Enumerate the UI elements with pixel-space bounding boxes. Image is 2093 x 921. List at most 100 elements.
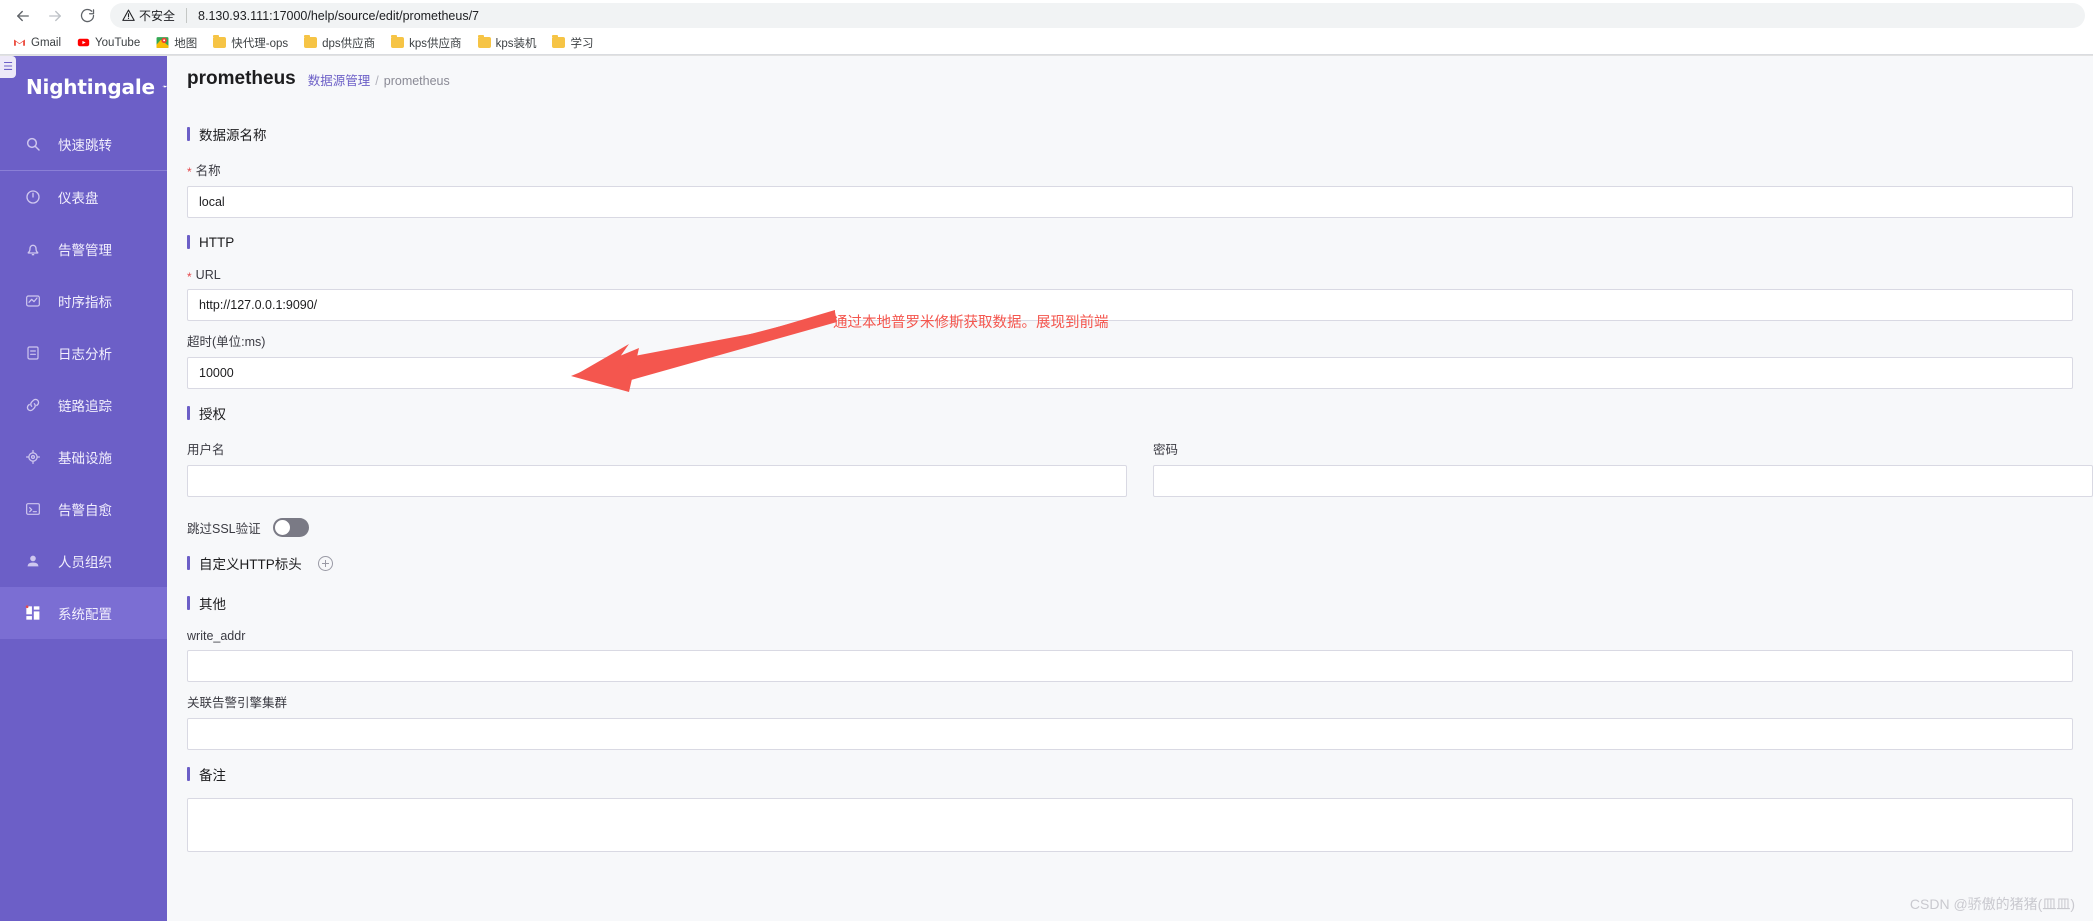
bookmark-youtube[interactable]: YouTube	[70, 33, 147, 53]
forward-arrow-icon[interactable]	[40, 2, 70, 30]
bookmark-folder-kps-supplier[interactable]: kps供应商	[384, 33, 468, 53]
reload-icon[interactable]	[72, 2, 102, 30]
field-name: * 名称 local	[167, 160, 2093, 218]
name-input[interactable]: local	[187, 186, 2073, 218]
field-label: write_addr	[187, 629, 246, 643]
plus-circle-icon[interactable]	[317, 555, 333, 571]
section-http: HTTP	[167, 226, 2093, 258]
field-alert-cluster: 关联告警引擎集群	[167, 692, 2093, 750]
sidebar-item-label: 仪表盘	[58, 191, 99, 206]
sidebar-item-quick-jump[interactable]: 快速跳转	[0, 118, 167, 170]
skip-ssl-toggle[interactable]	[272, 517, 309, 537]
sidebar-item-personnel[interactable]: 人员组织	[0, 535, 167, 587]
section-accent-bar	[187, 767, 190, 781]
write-addr-input[interactable]	[187, 650, 2073, 682]
required-asterisk: *	[187, 164, 192, 179]
username-input[interactable]	[187, 465, 1127, 497]
security-indicator[interactable]: 不安全	[122, 7, 175, 24]
bookmark-maps[interactable]: 地图	[149, 33, 204, 53]
folder-icon	[213, 35, 227, 48]
field-username: 用户名	[187, 439, 1140, 497]
field-label-row: 关联告警引擎集群	[187, 692, 2093, 711]
bookmark-folder-kuaidaili-ops[interactable]: 快代理-ops	[206, 33, 295, 53]
sidebar-item-label: 系统配置	[58, 607, 112, 622]
sidebar-item-infrastructure[interactable]: 基础设施	[0, 431, 167, 483]
browser-chrome: 不安全 8.130.93.111:17000/help/source/edit/…	[0, 0, 2093, 56]
remark-textarea[interactable]	[187, 798, 2073, 852]
toggle-knob	[274, 519, 290, 535]
section-title: 授权	[199, 407, 226, 422]
bookmark-gmail[interactable]: Gmail	[6, 33, 68, 53]
watermark: CSDN @骄傲的猪猪(皿皿)	[1909, 896, 2075, 912]
warning-triangle-icon	[122, 9, 135, 21]
sidebar-item-label: 日志分析	[58, 347, 112, 362]
section-accent-bar	[187, 127, 190, 141]
timeout-input[interactable]: 10000	[187, 357, 2073, 389]
bookmark-label: 地图	[174, 37, 198, 50]
gmail-icon	[14, 39, 25, 46]
target-icon	[24, 448, 42, 466]
search-icon	[24, 135, 42, 153]
sidebar: Nightingale 快速跳转 仪表盘 告警管理 时序指标 日志分析 链路追踪…	[0, 56, 167, 921]
section-datasource-name: 数据源名称	[167, 118, 2093, 150]
sidebar-item-self-healing[interactable]: 告警自愈	[0, 483, 167, 535]
brand-name: Nightingale	[26, 75, 155, 99]
main-content: prometheus 数据源管理 / prometheus 数据源名称 * 名称…	[167, 56, 2093, 921]
field-url: * URL http://127.0.0.1:9090/	[167, 268, 2093, 321]
bookmark-label: 学习	[570, 37, 594, 50]
sidebar-item-log-analysis[interactable]: 日志分析	[0, 327, 167, 379]
section-accent-bar	[187, 406, 190, 420]
field-label: 关联告警引擎集群	[187, 696, 288, 710]
bookmark-folder-kps-install[interactable]: kps装机	[471, 33, 544, 53]
sidebar-item-label: 基础设施	[58, 451, 112, 466]
section-custom-headers: 自定义HTTP标头	[167, 547, 2093, 579]
sidebar-item-label: 告警自愈	[58, 503, 112, 518]
alert-cluster-input[interactable]	[187, 718, 2073, 750]
log-icon	[24, 344, 42, 362]
google-maps-icon	[156, 37, 169, 48]
field-label: URL	[195, 268, 221, 282]
field-label-row: * 名称	[187, 160, 2093, 179]
brand-logo[interactable]: Nightingale	[0, 56, 167, 118]
section-title: HTTP	[199, 234, 235, 250]
folder-icon	[304, 35, 318, 48]
sidebar-item-dashboard[interactable]: 仪表盘	[0, 171, 167, 223]
field-write-addr: write_addr	[167, 629, 2093, 682]
omnibox[interactable]: 不安全 8.130.93.111:17000/help/source/edit/…	[110, 3, 2085, 28]
folder-icon	[391, 35, 405, 48]
app-shell: ☰ Nightingale 快速跳转 仪表盘 告警管理 时序指标 日志分析 链路…	[0, 56, 2093, 921]
sidebar-item-tracing[interactable]: 链路追踪	[0, 379, 167, 431]
dashboard-icon	[24, 188, 42, 206]
password-input[interactable]	[1153, 465, 2093, 497]
bookmark-folder-study[interactable]: 学习	[545, 33, 600, 53]
field-label-row: write_addr	[187, 629, 2093, 643]
sidebar-item-metrics[interactable]: 时序指标	[0, 275, 167, 327]
terminal-icon	[24, 500, 42, 518]
breadcrumb-separator: /	[375, 73, 379, 88]
youtube-icon	[77, 38, 90, 47]
sidebar-item-label: 告警管理	[58, 243, 112, 258]
bookmark-label: Gmail	[31, 36, 62, 49]
browser-toolbar: 不安全 8.130.93.111:17000/help/source/edit/…	[0, 0, 2093, 31]
chart-line-icon	[24, 292, 42, 310]
bookmark-label: 快代理-ops	[231, 37, 289, 50]
section-accent-bar	[187, 556, 190, 570]
datasource-form: 数据源名称 * 名称 local HTTP * URL http://127.0…	[167, 102, 2093, 852]
collapse-menu-icon[interactable]: ☰	[0, 56, 16, 78]
url-input[interactable]: http://127.0.0.1:9090/	[187, 289, 2073, 321]
security-label: 不安全	[139, 9, 176, 23]
section-other: 其他	[167, 587, 2093, 619]
page-title: prometheus	[187, 68, 296, 89]
bookmark-folder-dps[interactable]: dps供应商	[297, 33, 382, 53]
section-title: 其他	[199, 597, 226, 612]
skip-ssl-label: 跳过SSL验证	[187, 521, 261, 536]
grid-settings-icon	[24, 604, 42, 622]
bookmark-label: YouTube	[95, 36, 141, 49]
address-text[interactable]: 8.130.93.111:17000/help/source/edit/prom…	[198, 9, 479, 23]
sidebar-item-system-config[interactable]: 系统配置	[0, 587, 167, 639]
bookmark-label: kps供应商	[409, 37, 462, 50]
sidebar-item-alert-management[interactable]: 告警管理	[0, 223, 167, 275]
breadcrumb-parent[interactable]: 数据源管理	[308, 70, 371, 89]
back-arrow-icon[interactable]	[8, 2, 38, 30]
skip-ssl-row: 跳过SSL验证	[167, 515, 2093, 539]
